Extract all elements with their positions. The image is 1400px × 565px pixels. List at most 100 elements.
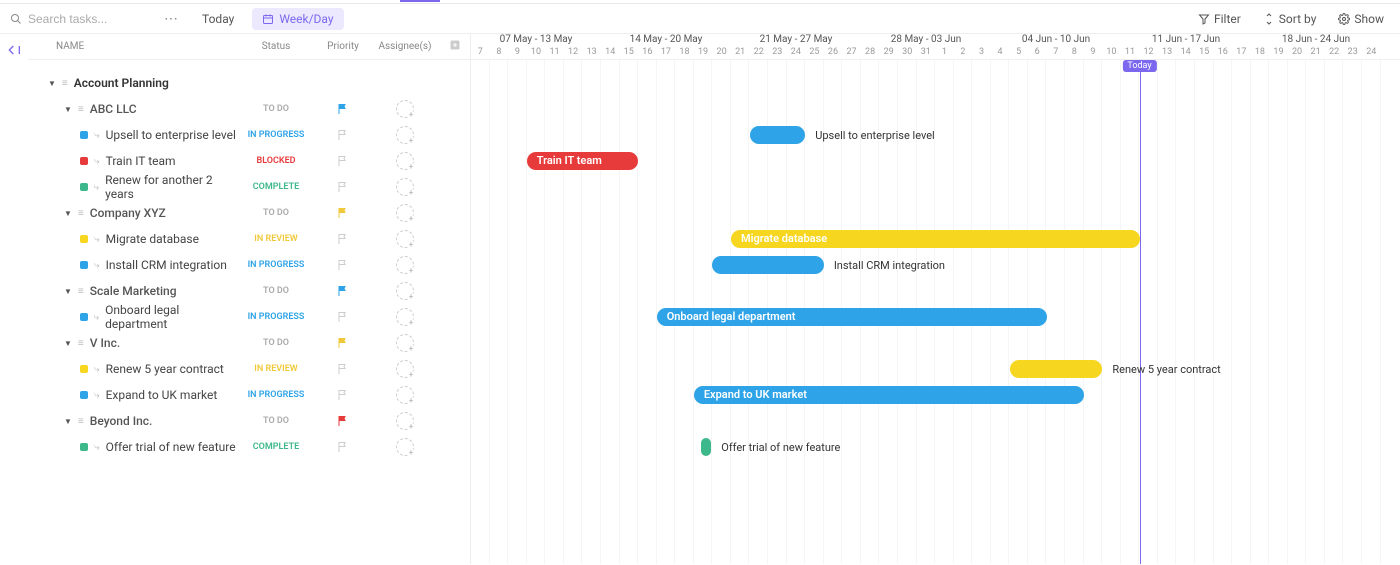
priority-cell[interactable]: [316, 415, 370, 427]
group-row[interactable]: ▼≡V Inc. TO DO: [28, 330, 470, 356]
priority-cell[interactable]: [316, 155, 370, 167]
assignee-cell[interactable]: [370, 152, 440, 170]
day-cell: 15: [620, 47, 639, 59]
priority-cell[interactable]: [316, 285, 370, 297]
status-cell[interactable]: TO DO: [236, 416, 316, 426]
task-row[interactable]: ⤷Train IT team BLOCKED: [28, 148, 470, 174]
priority-cell[interactable]: [316, 207, 370, 219]
assignee-cell[interactable]: [370, 100, 440, 118]
search[interactable]: [10, 12, 148, 26]
gantt-bar[interactable]: Offer trial of new feature: [701, 438, 840, 456]
status-cell[interactable]: BLOCKED: [236, 156, 316, 166]
priority-cell[interactable]: [316, 129, 370, 141]
gantt-header: 07 May - 13 May14 May - 20 May21 May - 2…: [471, 34, 1400, 60]
priority-cell[interactable]: [316, 363, 370, 375]
caret-icon[interactable]: ▼: [64, 105, 72, 114]
gantt-bar[interactable]: Onboard legal department: [657, 308, 1047, 326]
avatar-placeholder[interactable]: [396, 152, 414, 170]
priority-cell[interactable]: [316, 181, 370, 193]
group-row[interactable]: ▼≡ABC LLC TO DO: [28, 96, 470, 122]
collapse-sidebar-icon[interactable]: [0, 34, 28, 564]
task-row[interactable]: ⤷Install CRM integration IN PROGRESS: [28, 252, 470, 278]
status-cell[interactable]: IN REVIEW: [236, 234, 316, 244]
caret-icon[interactable]: ▼: [64, 209, 72, 218]
priority-cell[interactable]: [316, 233, 370, 245]
assignee-cell[interactable]: [370, 412, 440, 430]
task-row[interactable]: ⤷Upsell to enterprise level IN PROGRESS: [28, 122, 470, 148]
more-icon[interactable]: ⋯: [158, 11, 184, 27]
caret-icon[interactable]: ▼: [64, 287, 72, 296]
avatar-placeholder[interactable]: [396, 178, 414, 196]
avatar-placeholder[interactable]: [396, 256, 414, 274]
search-input[interactable]: [28, 12, 148, 26]
group-row[interactable]: ▼≡Scale Marketing TO DO: [28, 278, 470, 304]
status-cell[interactable]: TO DO: [236, 338, 316, 348]
status-cell[interactable]: IN PROGRESS: [236, 312, 316, 322]
task-row[interactable]: ⤷Renew for another 2 years COMPLETE: [28, 174, 470, 200]
assignee-cell[interactable]: [370, 256, 440, 274]
filter-button[interactable]: Filter: [1192, 12, 1247, 26]
group-row[interactable]: ▼≡Company XYZ TO DO: [28, 200, 470, 226]
priority-cell[interactable]: [316, 389, 370, 401]
avatar-placeholder[interactable]: [396, 204, 414, 222]
caret-icon[interactable]: ▼: [64, 417, 72, 426]
gantt-bar[interactable]: Migrate database: [731, 230, 1140, 248]
status-cell[interactable]: TO DO: [236, 208, 316, 218]
sortby-button[interactable]: Sort by: [1257, 12, 1323, 26]
gantt-bar[interactable]: Train IT team: [527, 152, 638, 170]
status-cell[interactable]: IN PROGRESS: [236, 130, 316, 140]
avatar-placeholder[interactable]: [396, 334, 414, 352]
avatar-placeholder[interactable]: [396, 308, 414, 326]
assignee-cell[interactable]: [370, 334, 440, 352]
gantt-bar[interactable]: Expand to UK market: [694, 386, 1084, 404]
avatar-placeholder[interactable]: [396, 282, 414, 300]
gantt-bar[interactable]: Renew 5 year contract: [1010, 360, 1221, 378]
avatar-placeholder[interactable]: [396, 100, 414, 118]
caret-icon[interactable]: ▼: [64, 339, 72, 348]
status-cell[interactable]: TO DO: [236, 286, 316, 296]
avatar-placeholder[interactable]: [396, 126, 414, 144]
task-row[interactable]: ⤷Onboard legal department IN PROGRESS: [28, 304, 470, 330]
priority-cell[interactable]: [316, 311, 370, 323]
status-square: [80, 365, 88, 373]
caret-icon[interactable]: ▼: [48, 79, 56, 88]
status-cell[interactable]: IN PROGRESS: [236, 390, 316, 400]
folder-row[interactable]: ▼≡Account Planning: [28, 70, 470, 96]
avatar-placeholder[interactable]: [396, 438, 414, 456]
list-icon: ≡: [78, 286, 84, 297]
task-row[interactable]: ⤷Migrate database IN REVIEW: [28, 226, 470, 252]
task-row[interactable]: ⤷Expand to UK market IN PROGRESS: [28, 382, 470, 408]
assignee-cell[interactable]: [370, 308, 440, 326]
show-button[interactable]: Show: [1332, 12, 1390, 26]
priority-cell[interactable]: [316, 259, 370, 271]
assignee-cell[interactable]: [370, 438, 440, 456]
assignee-cell[interactable]: [370, 386, 440, 404]
status-cell[interactable]: COMPLETE: [236, 182, 316, 192]
task-row[interactable]: ⤷Renew 5 year contract IN REVIEW: [28, 356, 470, 382]
status-cell[interactable]: COMPLETE: [236, 442, 316, 452]
avatar-placeholder[interactable]: [396, 412, 414, 430]
assignee-cell[interactable]: [370, 230, 440, 248]
avatar-placeholder[interactable]: [396, 230, 414, 248]
status-cell[interactable]: IN PROGRESS: [236, 260, 316, 270]
avatar-placeholder[interactable]: [396, 386, 414, 404]
status-cell[interactable]: IN REVIEW: [236, 364, 316, 374]
add-column-button[interactable]: [440, 39, 470, 54]
week-cell: 07 May - 13 May: [471, 34, 601, 47]
priority-cell[interactable]: [316, 337, 370, 349]
priority-cell[interactable]: [316, 441, 370, 453]
weekday-button[interactable]: Week/Day: [252, 8, 343, 30]
assignee-cell[interactable]: [370, 204, 440, 222]
assignee-cell[interactable]: [370, 178, 440, 196]
priority-cell[interactable]: [316, 103, 370, 115]
group-row[interactable]: ▼≡Beyond Inc. TO DO: [28, 408, 470, 434]
gantt-bar[interactable]: Upsell to enterprise level: [750, 126, 935, 144]
avatar-placeholder[interactable]: [396, 360, 414, 378]
status-cell[interactable]: TO DO: [236, 104, 316, 114]
assignee-cell[interactable]: [370, 282, 440, 300]
today-button[interactable]: Today: [194, 8, 242, 30]
task-row[interactable]: ⤷Offer trial of new feature COMPLETE: [28, 434, 470, 460]
assignee-cell[interactable]: [370, 126, 440, 144]
assignee-cell[interactable]: [370, 360, 440, 378]
gantt-bar[interactable]: Install CRM integration: [712, 256, 945, 274]
